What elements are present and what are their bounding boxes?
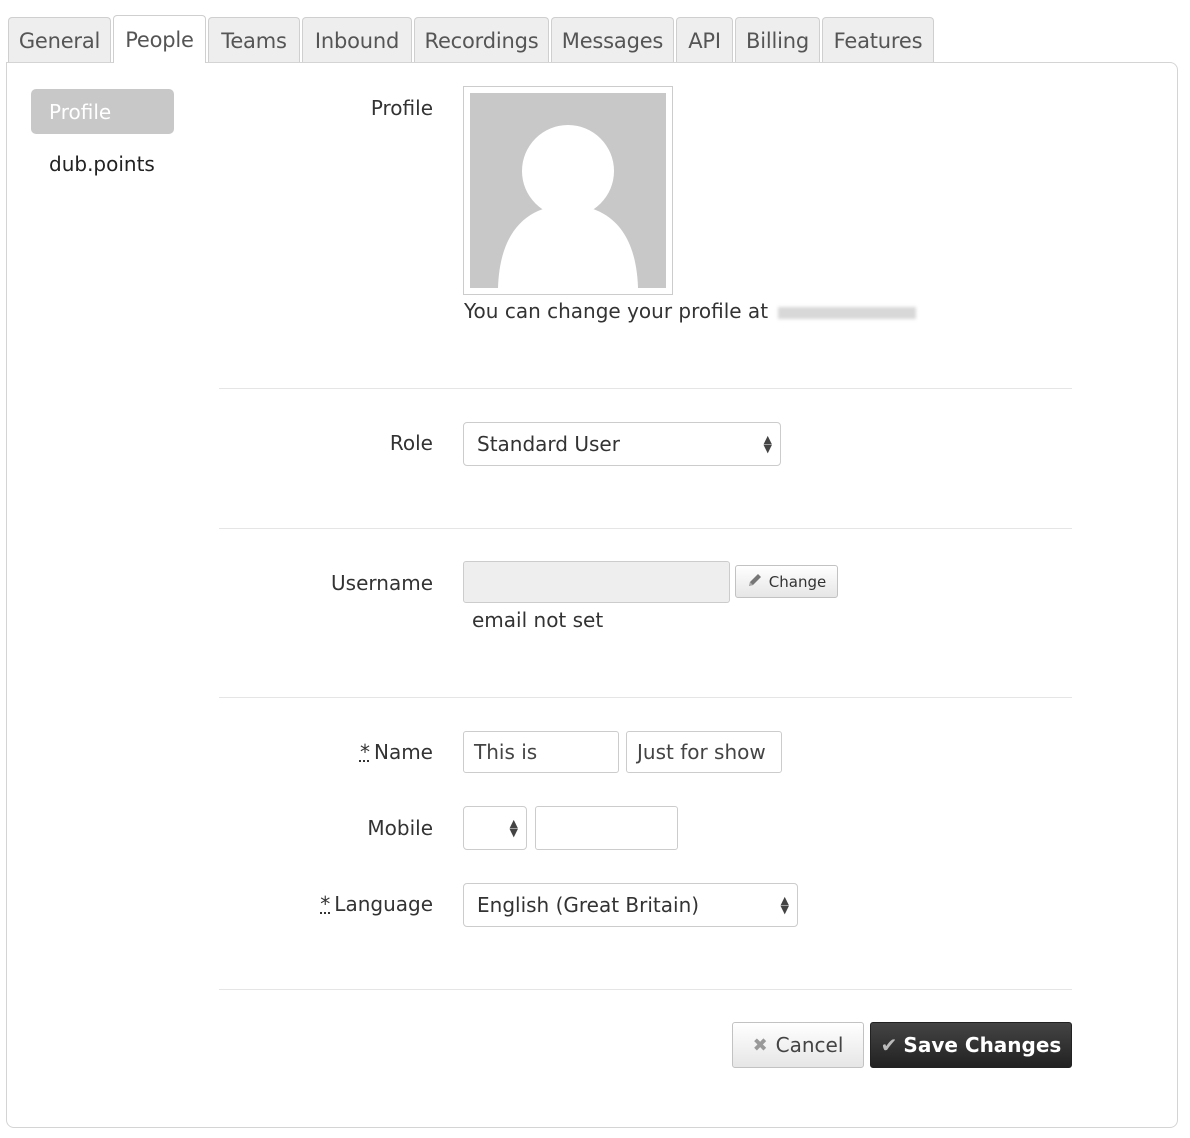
- name-label-text: Name: [373, 740, 433, 764]
- tab-api[interactable]: API: [676, 17, 733, 63]
- default-user-avatar-icon: [470, 93, 666, 288]
- required-mark: *: [320, 892, 331, 916]
- save-button-label: Save Changes: [903, 1033, 1062, 1057]
- mobile-country-select[interactable]: ▲ ▼: [463, 806, 527, 850]
- role-select[interactable]: Standard User ▲ ▼: [463, 422, 781, 466]
- language-select[interactable]: English (Great Britain) ▲ ▼: [463, 883, 798, 927]
- pencil-icon: [747, 572, 763, 592]
- people-panel: Profile dub.points Profile You can chang…: [6, 62, 1178, 1128]
- divider: [219, 388, 1072, 389]
- divider: [219, 528, 1072, 529]
- tab-inbound[interactable]: Inbound: [302, 17, 412, 63]
- divider: [219, 989, 1072, 990]
- select-caret-icon: ▲ ▼: [780, 894, 789, 916]
- role-selected-value: Standard User: [477, 432, 620, 456]
- gravatar-link[interactable]: [778, 306, 917, 319]
- last-name-input[interactable]: Just for show: [626, 731, 782, 773]
- tab-features[interactable]: Features: [822, 17, 934, 63]
- save-changes-button[interactable]: ✔ Save Changes: [870, 1022, 1072, 1068]
- profile-label: Profile: [370, 96, 433, 120]
- username-help-text: email not set: [472, 608, 604, 632]
- select-caret-icon: ▲ ▼: [509, 817, 518, 839]
- tab-general[interactable]: General: [8, 17, 111, 63]
- checkmark-icon: ✔: [880, 1033, 898, 1057]
- tab-recordings[interactable]: Recordings: [414, 17, 549, 63]
- cancel-button-label: Cancel: [775, 1033, 844, 1057]
- mobile-label: Mobile: [367, 816, 433, 840]
- language-label: * Language: [173, 892, 433, 916]
- language-selected-value: English (Great Britain): [477, 893, 700, 917]
- tab-billing[interactable]: Billing: [735, 17, 820, 63]
- mobile-number-input[interactable]: [535, 806, 678, 850]
- tab-bar: General People Teams Inbound Recordings …: [8, 15, 936, 63]
- close-icon: ✖: [752, 1034, 768, 1056]
- first-name-input[interactable]: This is: [463, 731, 619, 773]
- username-label: Username: [331, 571, 433, 595]
- tab-teams[interactable]: Teams: [208, 17, 300, 63]
- sidebar-item-dub-points[interactable]: dub.points: [49, 149, 155, 179]
- role-label: Role: [389, 431, 433, 455]
- tab-people[interactable]: People: [113, 15, 206, 63]
- change-username-button[interactable]: Change: [735, 565, 838, 598]
- change-button-label: Change: [768, 572, 827, 591]
- sidebar-item-profile[interactable]: Profile: [31, 89, 174, 134]
- profile-help-text: You can change your profile at: [464, 299, 917, 323]
- username-field: [463, 561, 730, 603]
- language-label-text: Language: [334, 892, 433, 916]
- name-label: * Name: [173, 740, 433, 764]
- select-caret-icon: ▲ ▼: [763, 433, 772, 455]
- required-mark: *: [359, 740, 370, 764]
- divider: [219, 697, 1072, 698]
- profile-help-message: You can change your profile at: [464, 299, 769, 323]
- cancel-button[interactable]: ✖ Cancel: [732, 1022, 864, 1068]
- tab-messages[interactable]: Messages: [551, 17, 674, 63]
- avatar: [463, 86, 673, 295]
